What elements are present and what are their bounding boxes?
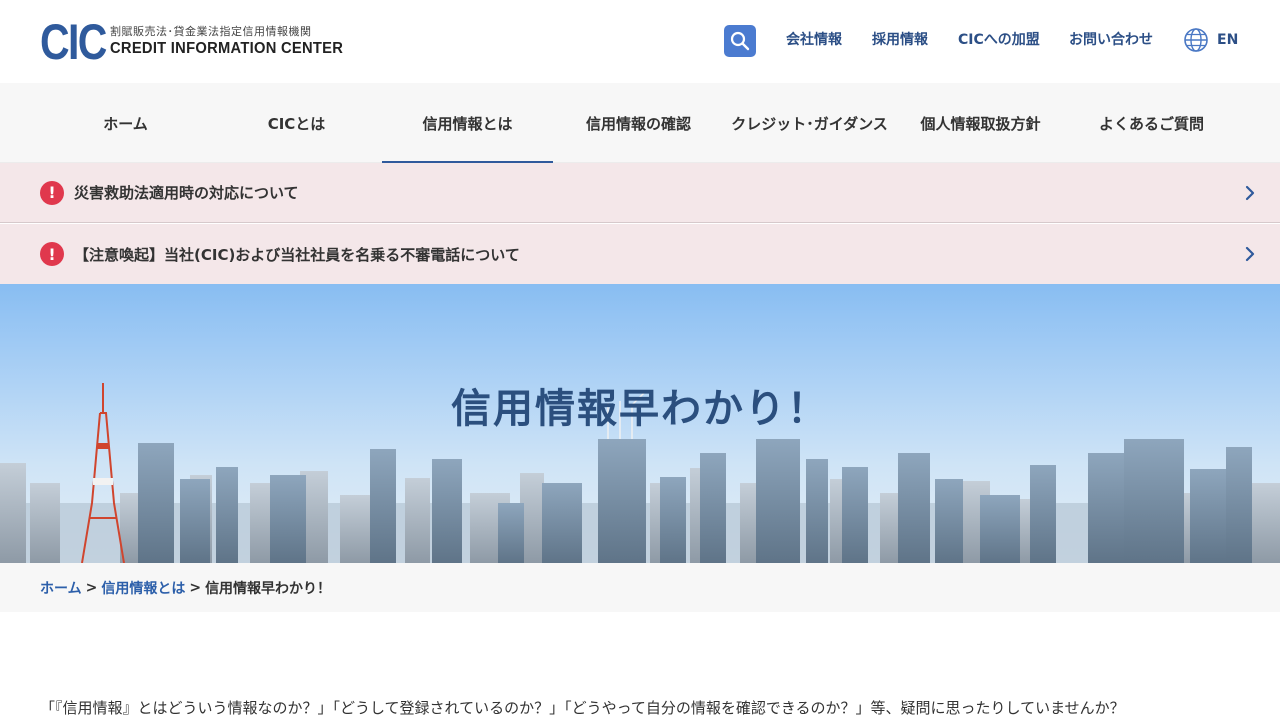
alert-text: 災害救助法適用時の対応について — [74, 184, 299, 202]
breadcrumb-credit-info[interactable]: 信用情報とは — [101, 578, 185, 598]
english-language-link[interactable]: EN — [1183, 27, 1238, 53]
nav-credit-info-check[interactable]: 信用情報の確認 — [553, 83, 724, 163]
chevron-right-icon — [1245, 246, 1255, 262]
exclamation-icon: ! — [40, 180, 64, 205]
chevron-right-icon — [1245, 185, 1255, 200]
english-label: EN — [1217, 32, 1239, 48]
search-icon — [730, 31, 750, 51]
breadcrumb-separator: > — [189, 579, 202, 596]
logo-subtitle-ja: 割賦販売法･貸金業法指定信用情報機関 — [110, 25, 312, 38]
logo-mark: CIC — [40, 14, 107, 70]
breadcrumb-home[interactable]: ホーム — [40, 578, 82, 598]
nav-privacy-policy[interactable]: 個人情報取扱方針 — [895, 83, 1066, 163]
page-title: 信用情報早わかり！ — [451, 386, 829, 432]
nav-about-cic[interactable]: CICとは — [211, 83, 382, 163]
exclamation-icon: ! — [40, 242, 64, 266]
globe-icon — [1184, 28, 1208, 52]
cic-logo[interactable]: CIC 割賦販売法･貸金業法指定信用情報機関 CREDIT INFORMATIO… — [40, 14, 363, 70]
alert-text: 【注意喚起】当社(CIC)および当社社員を名乗る不審電話について — [74, 245, 520, 264]
alert-suspicious-calls[interactable]: ! 【注意喚起】当社(CIC)および当社社員を名乗る不審電話について — [0, 224, 1280, 284]
intro-text: 「『信用情報』とはどういう情報なのか？」「どうして登録されているのか？」「どうや… — [40, 699, 1125, 717]
site-header: CIC 割賦販売法･貸金業法指定信用情報機関 CREDIT INFORMATIO… — [0, 0, 1280, 83]
hero-banner: 信用情報早わかり！ — [0, 284, 1280, 563]
search-button[interactable] — [724, 25, 756, 57]
logo-text: 割賦販売法･貸金業法指定信用情報機関 CREDIT INFORMATION CE… — [110, 25, 363, 59]
membership-link[interactable]: CICへの加盟 — [958, 30, 1040, 50]
logo-subtitle-en: CREDIT INFORMATION CENTER — [110, 40, 344, 57]
nav-faq[interactable]: よくあるご質問 — [1066, 83, 1237, 163]
recruit-link[interactable]: 採用情報 — [872, 30, 928, 50]
alert-disaster-relief[interactable]: ! 災害救助法適用時の対応について — [0, 163, 1280, 223]
breadcrumb-current: 信用情報早わかり！ — [205, 580, 332, 597]
nav-credit-guidance[interactable]: クレジット･ガイダンス — [724, 83, 895, 163]
global-nav: ホーム CICとは 信用情報とは 信用情報の確認 クレジット･ガイダンス 個人情… — [0, 83, 1280, 163]
company-info-link[interactable]: 会社情報 — [786, 30, 842, 50]
breadcrumb-separator: > — [85, 579, 98, 596]
nav-credit-info[interactable]: 信用情報とは — [382, 83, 553, 163]
contact-link[interactable]: お問い合わせ — [1069, 30, 1153, 50]
breadcrumb: ホーム > 信用情報とは > 信用情報早わかり！ — [0, 563, 1280, 612]
nav-home[interactable]: ホーム — [40, 83, 211, 163]
